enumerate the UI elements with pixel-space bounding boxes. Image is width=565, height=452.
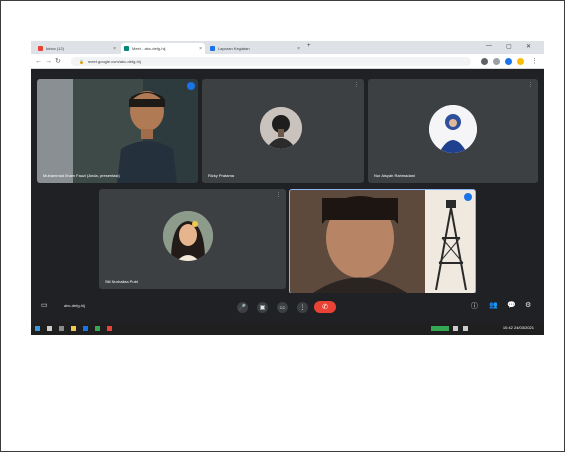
extension-icon[interactable] (493, 58, 500, 65)
mic-button[interactable]: 🎤 (237, 302, 248, 313)
meet-control-bar: ▭ abc-defg-hij 🎤 ▣ CC ⋮ ✆ ⓘ 👥 💬 ⚙ (31, 293, 544, 323)
edge-icon[interactable] (83, 326, 88, 331)
extension-icon[interactable] (481, 58, 488, 65)
meet-favicon-icon (124, 46, 129, 51)
captions-button[interactable]: CC (277, 302, 288, 313)
tower-icon (435, 200, 467, 290)
outer-frame: Inbox (12) × Meet - abc-defg-hij × Lapor… (0, 0, 565, 452)
tab-docs[interactable]: Laporan Kegiatan × (207, 43, 303, 54)
tab-label: Laporan Kegiatan (218, 46, 250, 51)
network-icon[interactable] (453, 326, 458, 331)
file-explorer-icon[interactable] (71, 326, 76, 331)
url-text: meet.google.com/abc-defg-hij (87, 59, 141, 64)
browser-toolbar: ← → ↻ 🔒 meet.google.com/abc-defg-hij ⋮ (31, 54, 544, 69)
more-options-icon[interactable]: ⋮ (354, 82, 359, 88)
clock-time: 10:42 (502, 325, 513, 330)
volume-icon[interactable] (463, 326, 468, 331)
leave-call-button[interactable]: ✆ (314, 301, 336, 313)
close-icon[interactable]: × (199, 46, 202, 52)
more-options-button[interactable]: ⋮ (297, 302, 308, 313)
browser-tab-bar: Inbox (12) × Meet - abc-defg-hij × Lapor… (31, 41, 544, 54)
new-tab-button[interactable]: + (307, 43, 311, 49)
avatar-photo-icon (163, 211, 213, 261)
lock-icon: 🔒 (79, 59, 84, 64)
meet-stage: Muhammad Ilham Fauzi (Anda, presentasi) … (31, 69, 544, 321)
participant-name: Rizky Pratama (208, 173, 235, 178)
tab-label: Meet - abc-defg-hij (132, 46, 166, 51)
tab-meet[interactable]: Meet - abc-defg-hij × (121, 43, 205, 54)
participant-name: Muhammad Ilham Fauzi (Anda, presentasi) (43, 173, 120, 178)
chrome-icon[interactable] (95, 326, 100, 331)
participant-tile[interactable]: ⋮ Siti Nurhaliza Putri (99, 189, 286, 289)
tray-app-icon[interactable] (431, 326, 449, 331)
participants-icon[interactable]: 👥 (489, 301, 498, 309)
close-window-button[interactable]: ✕ (526, 43, 531, 50)
speaking-indicator-icon (187, 82, 195, 90)
meeting-code: abc-defg-hij (64, 303, 85, 308)
store-icon[interactable] (107, 326, 112, 331)
browser-menu-icon[interactable]: ⋮ (531, 57, 538, 66)
os-taskbar: 10:42 24/03/2021 (31, 323, 544, 335)
profile-avatar[interactable] (517, 58, 524, 65)
close-icon[interactable]: × (297, 46, 300, 52)
participant-name: Siti Nurhaliza Putri (105, 279, 138, 284)
more-options-icon[interactable]: ⋮ (528, 82, 533, 88)
activities-icon[interactable]: ⚙ (525, 301, 531, 309)
info-icon[interactable]: ⓘ (471, 301, 478, 311)
tab-inbox[interactable]: Inbox (12) × (35, 43, 119, 54)
camera-button[interactable]: ▣ (257, 302, 268, 313)
screenshot-region: Inbox (12) × Meet - abc-defg-hij × Lapor… (31, 41, 544, 335)
minimize-button[interactable]: — (486, 43, 492, 49)
close-icon[interactable]: × (113, 46, 116, 52)
chat-icon[interactable]: 💬 (507, 301, 516, 309)
captions-icon[interactable]: ▭ (41, 301, 48, 309)
docs-favicon-icon (210, 46, 215, 51)
avatar (429, 105, 477, 153)
clock-date: 24/03/2021 (513, 325, 534, 330)
bookmark-icon[interactable] (505, 58, 512, 65)
reload-icon[interactable]: ↻ (55, 57, 61, 66)
participant-tile[interactable] (289, 189, 476, 294)
search-icon[interactable] (47, 326, 52, 331)
avatar (163, 211, 213, 261)
back-icon[interactable]: ← (35, 57, 42, 66)
forward-icon[interactable]: → (45, 57, 52, 66)
video-background (37, 79, 73, 183)
person-video-icon (313, 196, 407, 293)
participant-tile[interactable]: Muhammad Ilham Fauzi (Anda, presentasi) (37, 79, 198, 183)
gmail-favicon-icon (38, 46, 43, 51)
participant-tile[interactable]: ⋮ Rizky Pratama (202, 79, 364, 183)
participant-name: Nur Aisyah Rahmadani (374, 173, 415, 178)
speaking-indicator-icon (464, 193, 472, 201)
maximize-button[interactable]: ▢ (506, 43, 512, 50)
task-view-icon[interactable] (59, 326, 64, 331)
windows-start-icon[interactable] (35, 326, 40, 331)
more-options-icon[interactable]: ⋮ (276, 192, 281, 198)
avatar-photo-icon (429, 105, 477, 153)
person-video-icon (117, 91, 177, 183)
address-bar[interactable]: 🔒 meet.google.com/abc-defg-hij (71, 57, 471, 66)
taskbar-clock: 10:42 24/03/2021 (503, 325, 534, 330)
avatar (260, 107, 302, 149)
participant-tile[interactable]: ⋮ Nur Aisyah Rahmadani (368, 79, 538, 183)
tab-label: Inbox (12) (46, 46, 65, 51)
avatar-photo-icon (260, 107, 302, 149)
